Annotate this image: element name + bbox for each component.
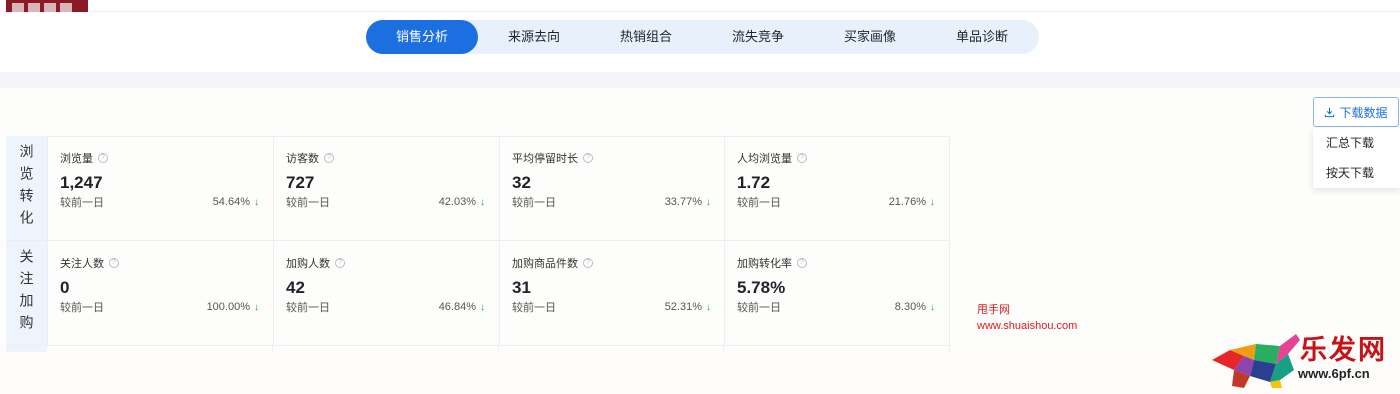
arrow-down-icon: ↓ (480, 301, 485, 313)
metric-value: 32 (512, 173, 531, 192)
tab-source-destination[interactable]: 来源去向 (478, 20, 590, 54)
bull-logo-icon (1212, 334, 1300, 388)
metric-value: 42 (286, 278, 305, 297)
metric-value: 727 (286, 173, 315, 192)
compare-label: 较前一日 (60, 197, 104, 209)
help-icon[interactable]: ? (797, 258, 807, 268)
arrow-down-icon: ↓ (930, 196, 935, 208)
menu-item-daily-download[interactable]: 按天下载 (1313, 158, 1400, 188)
compare-label: 较前一日 (512, 197, 556, 209)
help-icon[interactable]: ? (109, 258, 119, 268)
brand-name: 乐发网 (1300, 335, 1387, 366)
arrow-down-icon: ↓ (254, 196, 259, 208)
brand-site: www.6pf.cn (1298, 366, 1370, 381)
metric-name: 加购转化率 (737, 258, 792, 270)
change-value: 100.00% (206, 301, 250, 313)
compare-label: 较前一日 (512, 302, 556, 314)
metric-name: 浏览量 (60, 153, 93, 165)
brand-watermark: 乐发网 www.6pf.cn (1210, 328, 1396, 390)
compare-label: 较前一日 (737, 197, 781, 209)
metric-card: 加购转化率? 5.78% 较前一日 8.30% ↓ (724, 241, 950, 345)
help-icon[interactable]: ? (98, 153, 108, 163)
metric-value: 31 (512, 278, 531, 297)
tab-sales-analysis[interactable]: 销售分析 (366, 20, 478, 54)
metric-name: 关注人数 (60, 258, 104, 270)
tab-item-diagnosis[interactable]: 单品诊断 (926, 20, 1038, 54)
download-menu: 汇总下载 按天下载 (1313, 128, 1400, 188)
change-value: 21.76% (888, 196, 926, 208)
metric-value: 1.72 (737, 173, 771, 192)
metric-value: 1,247 (60, 173, 103, 192)
compare-label: 较前一日 (60, 302, 104, 314)
menu-item-summary-download[interactable]: 汇总下载 (1313, 128, 1400, 158)
download-icon (1325, 107, 1335, 117)
tab-area: 销售分析 来源去向 热销组合 流失竞争 买家画像 单品诊断 (0, 12, 1400, 72)
change-value: 42.03% (438, 196, 476, 208)
bottom-strip (0, 352, 1400, 394)
metric-card: 加购商品件数? 31 较前一日 52.31% ↓ (499, 241, 725, 345)
help-icon[interactable]: ? (583, 258, 593, 268)
metric-value: 5.78% (737, 278, 786, 297)
change-value: 54.64% (212, 196, 250, 208)
tab-buyer-profile[interactable]: 买家画像 (814, 20, 926, 54)
section-divider (0, 72, 1400, 88)
compare-label: 较前一日 (286, 197, 330, 209)
help-icon[interactable]: ? (583, 153, 593, 163)
metric-value: 0 (60, 278, 70, 297)
metric-name: 加购人数 (286, 258, 330, 270)
tab-churn-competition[interactable]: 流失竞争 (702, 20, 814, 54)
top-strip (0, 0, 1400, 12)
compare-label: 较前一日 (737, 302, 781, 314)
section-label: 浏览转化 (6, 136, 47, 240)
metric-card: 关注人数? 0 较前一日 100.00% ↓ (47, 241, 273, 345)
watermark-line2: www.shuaishou.com (977, 320, 1078, 332)
help-icon[interactable]: ? (324, 153, 334, 163)
watermark-line1: 甩手网 (977, 304, 1010, 316)
metric-name: 人均浏览量 (737, 153, 792, 165)
change-value: 52.31% (664, 301, 702, 313)
tab-bar: 销售分析 来源去向 热销组合 流失竞争 买家画像 单品诊断 (366, 20, 1039, 54)
metric-card: 人均浏览量? 1.72 较前一日 21.76% ↓ (724, 136, 950, 240)
metric-card: 访客数? 727 较前一日 42.03% ↓ (273, 136, 499, 240)
metric-card: 平均停留时长? 32 较前一日 33.77% ↓ (499, 136, 725, 240)
metric-name: 访客数 (286, 153, 319, 165)
help-icon[interactable]: ? (797, 153, 807, 163)
change-value: 33.77% (664, 196, 702, 208)
metric-card: 加购人数? 42 较前一日 46.84% ↓ (273, 241, 499, 345)
tab-hot-combo[interactable]: 热销组合 (590, 20, 702, 54)
change-value: 46.84% (438, 301, 476, 313)
change-value: 8.30% (894, 301, 926, 313)
arrow-down-icon: ↓ (254, 301, 259, 313)
compare-label: 较前一日 (286, 302, 330, 314)
arrow-down-icon: ↓ (706, 196, 711, 208)
watermark-text: 甩手网 www.shuaishou.com (977, 302, 1077, 334)
arrow-down-icon: ↓ (480, 196, 485, 208)
metrics-grid: 浏览转化 浏览量? 1,247 较前一日 54.64% ↓ 访客数? 727 较前一… (6, 136, 950, 346)
download-data-button[interactable]: 下载数据 (1313, 97, 1399, 127)
download-data-label: 下载数据 (1339, 105, 1388, 120)
section-label: 关注加购 (6, 241, 47, 345)
section-row-follow-cart: 关注加购 关注人数? 0 较前一日 100.00% ↓ 加购人数? 42 较前一日 4… (6, 241, 950, 346)
arrow-down-icon: ↓ (706, 301, 711, 313)
help-icon[interactable]: ? (335, 258, 345, 268)
metric-name: 平均停留时长 (512, 153, 578, 165)
section-row-browse-conversion: 浏览转化 浏览量? 1,247 较前一日 54.64% ↓ 访客数? 727 较前一… (6, 136, 950, 241)
metric-name: 加购商品件数 (512, 258, 578, 270)
metric-card: 浏览量? 1,247 较前一日 54.64% ↓ (47, 136, 273, 240)
arrow-down-icon: ↓ (930, 301, 935, 313)
